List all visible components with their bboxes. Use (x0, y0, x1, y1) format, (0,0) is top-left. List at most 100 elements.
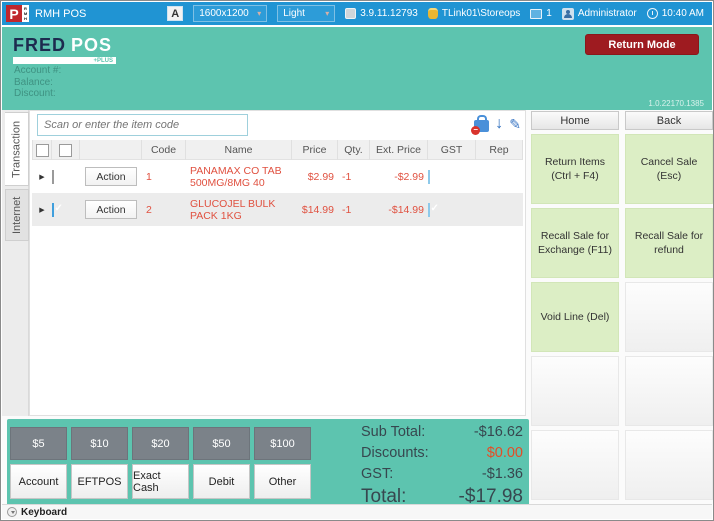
sub-total-label: Sub Total: (361, 422, 425, 443)
table-header: Code Name Price Qty. Ext. Price GST Rep (32, 140, 523, 160)
debit-tender-button[interactable]: Debit (193, 464, 250, 499)
chevron-down-icon: ▾ (325, 9, 329, 18)
clock-info: 10:40 AM (647, 8, 704, 19)
select-all-checkbox[interactable] (36, 144, 49, 157)
tab-transaction[interactable]: Transaction (5, 112, 29, 186)
scan-input[interactable] (37, 114, 248, 136)
row-expander-icon[interactable]: ▶ (32, 173, 52, 181)
brand-pos: POS (71, 35, 112, 56)
resolution-dropdown[interactable]: 1600x1200 ▾ (193, 5, 267, 22)
cancel-sale-button[interactable]: Cancel Sale (Esc) (625, 134, 713, 204)
recall-exchange-button[interactable]: Recall Sale for Exchange (F11) (531, 208, 619, 278)
rmh-logo-icon: P RMH (6, 5, 29, 22)
brand-plus: +PLUS (93, 58, 113, 64)
item-ext-price: -$14.99 (370, 204, 428, 216)
brand-fred: FRED (13, 35, 66, 56)
footer-bar: Keyboard (2, 504, 712, 519)
monitor-icon (530, 9, 542, 19)
account-summary: Account #: Balance: Discount: (14, 65, 61, 100)
back-button[interactable]: Back (625, 111, 713, 130)
col-action (80, 140, 142, 160)
quick-amount-10-button[interactable]: $10 (71, 427, 128, 460)
row-expander-icon[interactable]: ▶ (32, 206, 52, 214)
quick-amount-50-button[interactable]: $50 (193, 427, 250, 460)
app-version: 1.0.22170.1385 (648, 99, 704, 108)
database-icon (428, 8, 438, 19)
gst-label: GST: (361, 464, 393, 485)
gst-checkbox[interactable] (428, 170, 430, 184)
void-line-button[interactable]: Void Line (Del) (531, 282, 619, 352)
empty-function-slot (625, 356, 713, 426)
chevron-down-icon: ▾ (257, 9, 261, 18)
eftpos-tender-button[interactable]: EFTPOS (71, 464, 128, 499)
table-row[interactable]: ▶ Action 1 PANAMAX CO TAB 500MG/8MG 40 $… (32, 160, 523, 193)
pos-version-text: 3.9.11.12793 (360, 8, 418, 19)
terminal-info: TLink01\Storeops (428, 8, 520, 19)
empty-function-slot (625, 430, 713, 500)
discount-label: Discount: (14, 88, 61, 100)
row-checkbox[interactable] (52, 170, 54, 184)
recall-refund-button[interactable]: Recall Sale for refund (625, 208, 713, 278)
table-row[interactable]: ▶ Action 2 GLUCOJEL BULK PACK 1KG $14.99… (32, 193, 523, 226)
window-title: RMH POS (35, 8, 86, 20)
account-number-label: Account #: (14, 65, 61, 77)
keyboard-label: Keyboard (21, 507, 67, 518)
quick-amount-5-button[interactable]: $5 (10, 427, 67, 460)
items-table: Code Name Price Qty. Ext. Price GST Rep … (32, 140, 523, 226)
titlebar: P RMH RMH POS A 1600x1200 ▾ Light ▾ 3.9.… (2, 2, 712, 25)
col-qty: Qty. (338, 140, 370, 160)
tab-internet[interactable]: Internet (5, 189, 29, 241)
item-price: $14.99 (292, 204, 338, 216)
discounts-label: Discounts: (361, 443, 429, 464)
theme-dropdown[interactable]: Light ▾ (277, 5, 335, 22)
action-button[interactable]: Action (85, 167, 137, 186)
item-ext-price: -$2.99 (370, 171, 428, 183)
user-info: Administrator (562, 8, 637, 20)
empty-function-slot (531, 356, 619, 426)
gst-checkbox[interactable] (428, 203, 430, 217)
keyboard-expander-icon[interactable] (7, 507, 17, 517)
fred-pos-logo: FRED POS +PLUS (13, 35, 116, 64)
rmh-logo-side: RMH (22, 5, 29, 22)
tender-panel: $5 $10 $20 $50 $100 Account EFTPOS Exact… (7, 419, 529, 507)
version-icon (345, 8, 356, 19)
edit-pen-icon[interactable]: ✎ (509, 116, 521, 132)
item-name: PANAMAX CO TAB 500MG/8MG 40 (186, 165, 292, 189)
time-text: 10:40 AM (662, 8, 704, 19)
discounts-value: $0.00 (487, 443, 523, 464)
col-gst: GST (428, 140, 476, 160)
download-arrow-icon[interactable]: ↓ (495, 116, 503, 132)
register-count: 1 (546, 8, 552, 19)
user-name: Administrator (578, 8, 637, 19)
resolution-value: 1600x1200 (199, 8, 249, 19)
select-all-checkbox-2[interactable] (59, 144, 72, 157)
font-icon[interactable]: A (167, 6, 183, 21)
other-tender-button[interactable]: Other (254, 464, 311, 499)
pos-version: 3.9.11.12793 (345, 8, 418, 19)
return-items-button[interactable]: Return Items (Ctrl + F4) (531, 134, 619, 204)
quick-amount-100-button[interactable]: $100 (254, 427, 311, 460)
clock-icon (647, 8, 658, 19)
totals-block: Sub Total: -$16.62 Discounts: $0.00 GST:… (361, 422, 523, 509)
header-band: FRED POS +PLUS Return Mode Account #: Ba… (2, 27, 712, 110)
theme-value: Light (283, 8, 305, 19)
col-name: Name (186, 140, 292, 160)
item-name: GLUCOJEL BULK PACK 1KG (186, 198, 292, 222)
home-button[interactable]: Home (531, 111, 619, 130)
item-qty: -1 (338, 171, 370, 183)
return-mode-button[interactable]: Return Mode (585, 34, 699, 55)
item-code: 1 (142, 171, 186, 183)
quick-amount-20-button[interactable]: $20 (132, 427, 189, 460)
transaction-panel: ↓ ✎ Code Name Price Qty. Ext. Price GST … (29, 110, 526, 416)
exact-cash-tender-button[interactable]: Exact Cash (132, 464, 189, 499)
remove-item-bag-icon[interactable] (474, 120, 489, 132)
col-price: Price (292, 140, 338, 160)
account-tender-button[interactable]: Account (10, 464, 67, 499)
balance-label: Balance: (14, 77, 61, 89)
row-checkbox[interactable] (52, 203, 54, 217)
col-rep: Rep (476, 140, 523, 160)
app-window: P RMH RMH POS A 1600x1200 ▾ Light ▾ 3.9.… (0, 0, 714, 521)
action-button[interactable]: Action (85, 200, 137, 219)
empty-function-slot (625, 282, 713, 352)
empty-function-slot (531, 430, 619, 500)
